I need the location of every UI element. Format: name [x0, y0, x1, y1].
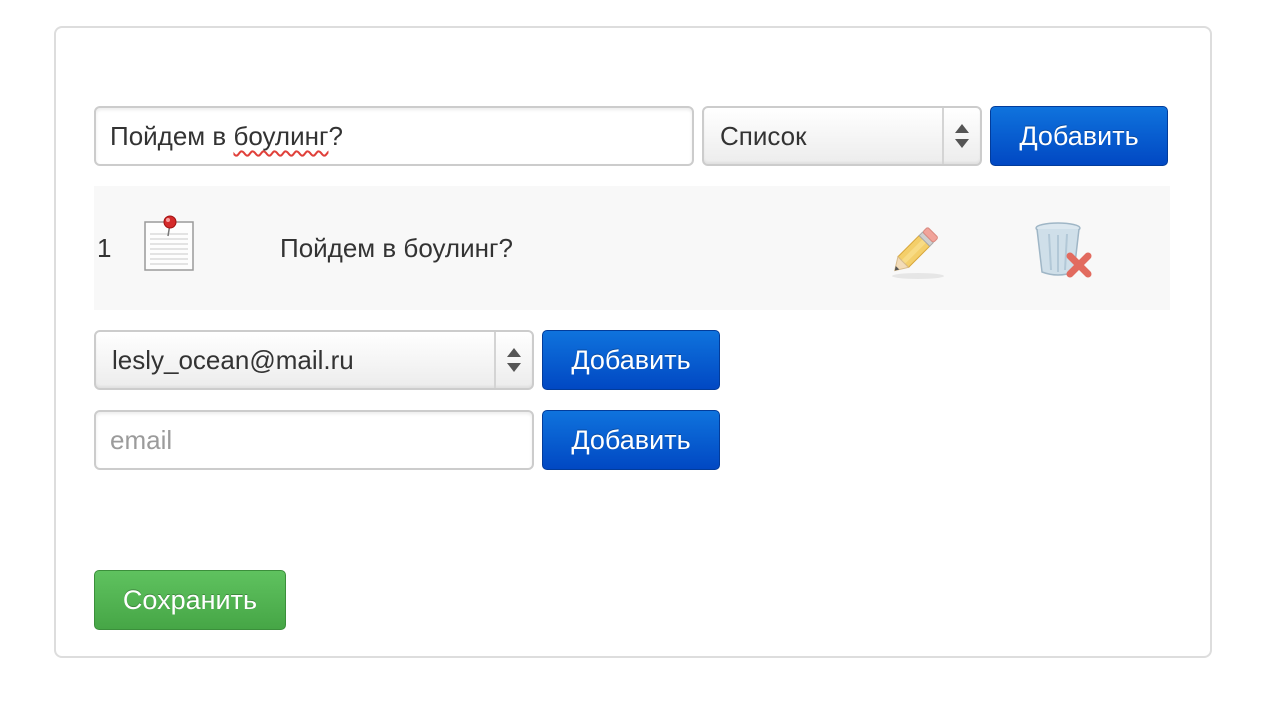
item-title-misspelled-word: боулинг [233, 121, 329, 151]
notepad-pin-icon [144, 214, 198, 277]
item-type-select[interactable]: Список [702, 106, 982, 166]
add-contact-button[interactable]: Добавить [542, 330, 720, 390]
item-title-text: Пойдем в [110, 121, 234, 151]
item-title: Пойдем в боулинг? [280, 233, 513, 263]
contact-select[interactable]: lesly_ocean@mail.ru [94, 330, 534, 390]
add-email-button[interactable]: Добавить [542, 410, 720, 470]
save-button[interactable]: Сохранить [94, 570, 286, 630]
item-number: 1 [97, 233, 112, 263]
select-arrows-icon [942, 108, 980, 164]
contact-selected: lesly_ocean@mail.ru [112, 345, 354, 375]
item-type-selected: Список [720, 121, 807, 151]
item-title-tail: ? [328, 121, 343, 151]
item-title-input[interactable]: Пойдем в боулинг? [94, 106, 694, 166]
email-input[interactable]: email [94, 410, 534, 470]
add-item-button[interactable]: Добавить [990, 106, 1168, 166]
trash-delete-icon[interactable] [1034, 220, 1096, 287]
select-arrows-icon [494, 332, 532, 388]
list-item: 1 Пойдем в боулинг? [94, 186, 1170, 310]
pencil-icon[interactable] [884, 216, 950, 287]
